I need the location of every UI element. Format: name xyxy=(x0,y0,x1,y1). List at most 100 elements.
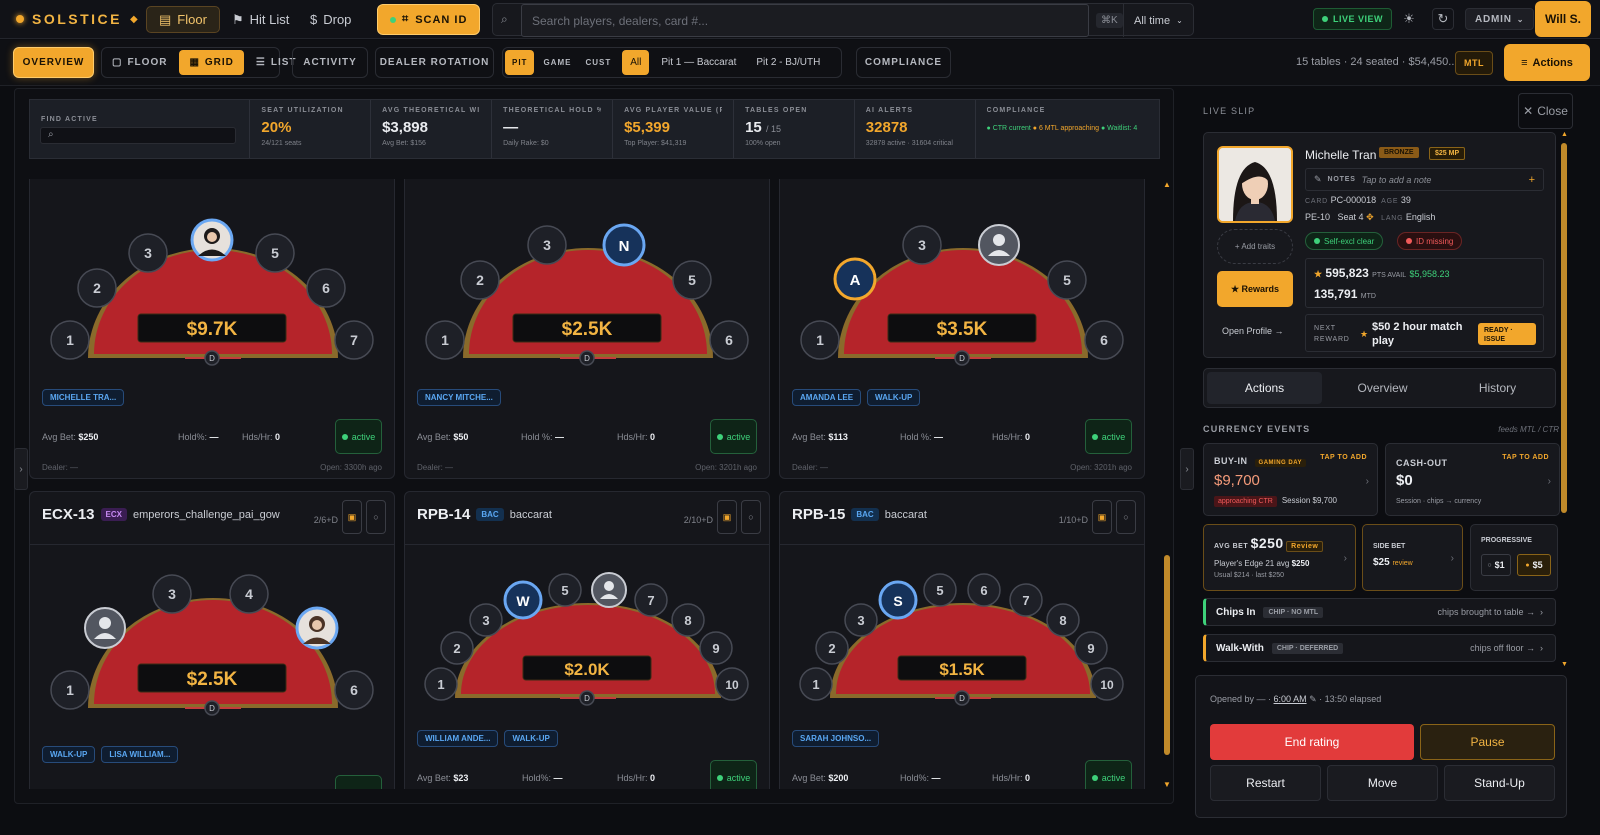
search-input[interactable]: Search players, dealers, card #... xyxy=(521,4,1089,37)
theme-toggle-icon[interactable]: ☀ xyxy=(1398,8,1420,30)
pit2-filter[interactable]: Pit 2 - BJ/UTH xyxy=(746,48,830,77)
time-range-select[interactable]: All time ⌄ xyxy=(1123,4,1183,37)
overview-button[interactable]: OVERVIEW xyxy=(13,47,94,78)
pit1-filter[interactable]: Pit 1 — Baccarat xyxy=(651,48,746,77)
seat-2[interactable]: 2 xyxy=(440,631,474,665)
seat-3[interactable]: 3 xyxy=(844,603,878,637)
player-tag[interactable]: MICHELLE TRA... xyxy=(42,389,125,406)
scroll-up-icon[interactable]: ▲ xyxy=(1163,180,1171,189)
seat-5[interactable]: 5 xyxy=(255,233,295,273)
mtl-badge[interactable]: MTL xyxy=(1455,51,1493,75)
grid-scrollbar[interactable]: ▲ ▼ xyxy=(1163,180,1171,790)
seat-5-player[interactable] xyxy=(295,606,339,650)
seat-8[interactable]: 8 xyxy=(1046,603,1080,637)
seat-6[interactable]: 6 xyxy=(1084,320,1124,360)
seat-3[interactable]: 3 xyxy=(902,225,942,265)
tab-overview[interactable]: Overview xyxy=(1325,369,1440,407)
seat-1[interactable]: 1 xyxy=(799,667,833,701)
seat-1[interactable]: 1 xyxy=(50,320,90,360)
stand-up-button[interactable]: Stand-Up xyxy=(1444,765,1555,801)
chips-in-row[interactable]: Chips In CHIP · NO MTL chips brought to ta… xyxy=(1203,598,1556,626)
close-button[interactable]: ✕ Close xyxy=(1518,93,1573,129)
seat-10[interactable]: 10 xyxy=(1090,667,1124,701)
progressive-5[interactable]: ● $5 xyxy=(1517,554,1551,576)
pause-button[interactable]: Pause xyxy=(1420,724,1555,760)
status-button[interactable]: active xyxy=(335,419,382,454)
drop-button[interactable]: $ Drop xyxy=(298,6,363,33)
seat-2[interactable]: 2 xyxy=(77,268,117,308)
add-note-icon[interactable]: + xyxy=(1529,174,1535,186)
hold-icon-button[interactable]: ▣ xyxy=(342,500,362,534)
admin-menu[interactable]: ADMIN ⌄ xyxy=(1465,8,1535,30)
player-name[interactable]: Michelle Tran xyxy=(1305,148,1376,162)
cash-out-box[interactable]: CASH-OUT TAP TO ADD $0 Session · chips →… xyxy=(1385,443,1560,516)
grid-view-button[interactable]: ▦ GRID xyxy=(179,50,244,75)
table-card[interactable]: RPB-15 BAC baccarat 1/10+D ▣ ○ $1.5K D 1… xyxy=(779,491,1145,789)
scroll-down-icon[interactable]: ▼ xyxy=(1163,780,1171,789)
seat-4-player[interactable]: S xyxy=(878,580,918,620)
seat-1[interactable]: 1 xyxy=(425,320,465,360)
table-card[interactable]: ECX-13 ECX emperors_challenge_pai_gow 2/… xyxy=(29,491,395,789)
player-tag[interactable]: WILLIAM ANDE... xyxy=(417,730,499,747)
seat-3[interactable]: 3 xyxy=(152,574,192,614)
cust-filter[interactable]: CUST xyxy=(578,48,618,77)
tab-history[interactable]: History xyxy=(1440,369,1555,407)
seat-10[interactable]: 10 xyxy=(715,667,749,701)
seat-7[interactable]: 7 xyxy=(1009,583,1043,617)
user-avatar-button[interactable]: Will S. xyxy=(1535,1,1591,37)
seat-4-walkup[interactable] xyxy=(978,224,1020,266)
floor-button[interactable]: ▤ Floor xyxy=(146,6,220,33)
pause-icon-button[interactable]: ○ xyxy=(366,500,386,534)
seat-1[interactable]: 1 xyxy=(424,667,458,701)
seat-8[interactable]: 8 xyxy=(671,603,705,637)
notes-field[interactable]: ✎ NOTES Tap to add a note + xyxy=(1305,168,1544,191)
seat-5[interactable]: 5 xyxy=(548,573,582,607)
pause-icon-button[interactable]: ○ xyxy=(741,500,761,534)
left-panel-toggle[interactable]: › xyxy=(14,448,28,490)
player-tag[interactable]: SARAH JOHNSO... xyxy=(792,730,880,747)
tab-actions[interactable]: Actions xyxy=(1207,372,1322,404)
move-button[interactable]: Move xyxy=(1327,765,1438,801)
player-tag[interactable]: WALK-UP xyxy=(867,389,921,406)
seat-1[interactable]: 1 xyxy=(800,320,840,360)
activity-tab[interactable]: ACTIVITY xyxy=(292,47,368,78)
table-card[interactable]: $2.5K D 1 2 3 N 5 6 NANCY MITCHE... Avg … xyxy=(404,179,770,479)
id-missing-chip[interactable]: ID missing xyxy=(1397,232,1463,250)
player-tag[interactable]: LISA WILLIAM... xyxy=(101,746,179,763)
refresh-icon[interactable]: ↻ xyxy=(1432,8,1454,30)
status-button[interactable] xyxy=(335,775,382,789)
buy-in-box[interactable]: BUY-IN GAMING DAY TAP TO ADD $9,700 appr… xyxy=(1203,443,1378,516)
seat-6-walkup[interactable] xyxy=(591,572,627,608)
seat-7[interactable]: 7 xyxy=(634,583,668,617)
review-tag[interactable]: Review xyxy=(1286,541,1324,552)
seat-2-walkup[interactable] xyxy=(84,607,126,649)
seat-4[interactable]: 4 xyxy=(229,574,269,614)
compliance-tab[interactable]: COMPLIANCE xyxy=(856,47,951,78)
scan-id-button[interactable]: ⌗ SCAN ID xyxy=(377,4,481,35)
walk-with-row[interactable]: Walk-With CHIP · DEFERRED chips off floor … xyxy=(1203,634,1556,662)
scroll-up-icon[interactable]: ▲ xyxy=(1561,131,1568,138)
next-reward-box[interactable]: NEXT REWARD ★ $50 2 hour match play READ… xyxy=(1305,314,1544,352)
dealer-rotation-tab[interactable]: DEALER ROTATION xyxy=(375,47,494,78)
slip-scrollbar[interactable]: ▲ ▼ xyxy=(1561,131,1568,671)
seat-2[interactable]: 2 xyxy=(460,260,500,300)
seat-9[interactable]: 9 xyxy=(699,631,733,665)
status-button[interactable]: active xyxy=(710,760,757,789)
seat-3[interactable]: 3 xyxy=(128,233,168,273)
find-active-input[interactable]: ⌕ xyxy=(40,127,236,144)
live-view-badge[interactable]: LIVE VIEW xyxy=(1313,8,1393,30)
seat-7[interactable]: 7 xyxy=(334,320,374,360)
seat-4-player[interactable] xyxy=(190,218,234,262)
seat-4-player[interactable]: W xyxy=(503,580,543,620)
seat-3[interactable]: 3 xyxy=(469,603,503,637)
end-rating-button[interactable]: End rating xyxy=(1210,724,1414,760)
seat-6[interactable]: 6 xyxy=(306,268,346,308)
seat-5[interactable]: 5 xyxy=(672,260,712,300)
rewards-button[interactable]: ★ Rewards xyxy=(1217,271,1293,307)
seat-4-player[interactable]: N xyxy=(602,223,646,267)
brand[interactable]: SOLSTICE ◆ xyxy=(16,11,146,27)
status-button[interactable]: active xyxy=(1085,760,1132,789)
ready-issue-button[interactable]: READY · ISSUE xyxy=(1478,323,1536,345)
kpi-compliance[interactable]: COMPLIANCE ● CTR current ● 6 MTL approac… xyxy=(976,100,1160,158)
seat-2-player[interactable]: A xyxy=(833,257,877,301)
